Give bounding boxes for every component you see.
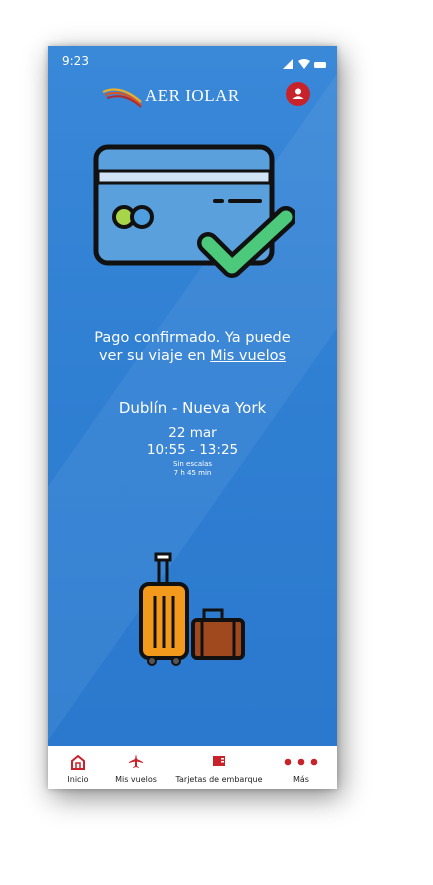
brand-name: AER IOLAR: [145, 86, 240, 105]
boarding-pass-icon: [212, 753, 226, 772]
plane-icon: [128, 753, 144, 773]
flight-route: Dublín - Nueva York: [118, 399, 267, 417]
message-prefix: ver su viaje en: [98, 348, 211, 364]
home-icon: [69, 753, 87, 775]
nav-label-tarjetas-embarque: Tarjetas de embarque: [175, 775, 263, 784]
nav-item-inicio[interactable]: Inicio: [56, 746, 100, 789]
wifi-icon: [298, 59, 310, 69]
bottom-navigation: Inicio Mis vuelos Tarjetas de embarque M…: [48, 746, 337, 789]
luggage-illustration: [138, 552, 248, 671]
flight-duration: 7 h 45 min: [173, 469, 212, 477]
more-dots-icon: [283, 753, 319, 772]
nav-item-mis-vuelos[interactable]: Mis vuelos: [108, 746, 164, 789]
battery-icon: [314, 62, 326, 68]
profile-avatar-button[interactable]: [286, 82, 310, 106]
status-bar: 9:23: [48, 46, 337, 74]
nav-label-mas: Más: [293, 775, 309, 784]
flight-stops: Sin escalas: [172, 460, 213, 468]
flight-date: 22 mar: [168, 425, 217, 441]
mis-vuelos-link[interactable]: Mis vuelos: [210, 348, 286, 364]
brand-logo: AER IOLAR: [101, 83, 241, 109]
flight-times: 10:55 - 13:25: [146, 442, 239, 458]
status-time: 9:23: [62, 54, 89, 68]
nav-item-mas[interactable]: Más: [274, 746, 328, 789]
message-line1: Pago confirmado. Ya puede: [94, 330, 291, 346]
credit-card-check-illustration: [90, 141, 297, 285]
payment-confirmation-message: Pago confirmado. Ya puede ver su viaje e…: [48, 329, 337, 365]
status-icons: [281, 55, 327, 74]
phone-screen: 9:23 AER IOLAR Pago confirmado. Ya puede…: [48, 46, 337, 789]
message-line2: ver su viaje en Mis vuelos: [48, 347, 337, 365]
user-icon: [292, 88, 304, 99]
nav-label-mis-vuelos: Mis vuelos: [115, 775, 157, 784]
nav-label-inicio: Inicio: [67, 775, 89, 784]
signal-icon: [283, 59, 293, 69]
nav-item-tarjetas-embarque[interactable]: Tarjetas de embarque: [170, 746, 268, 789]
